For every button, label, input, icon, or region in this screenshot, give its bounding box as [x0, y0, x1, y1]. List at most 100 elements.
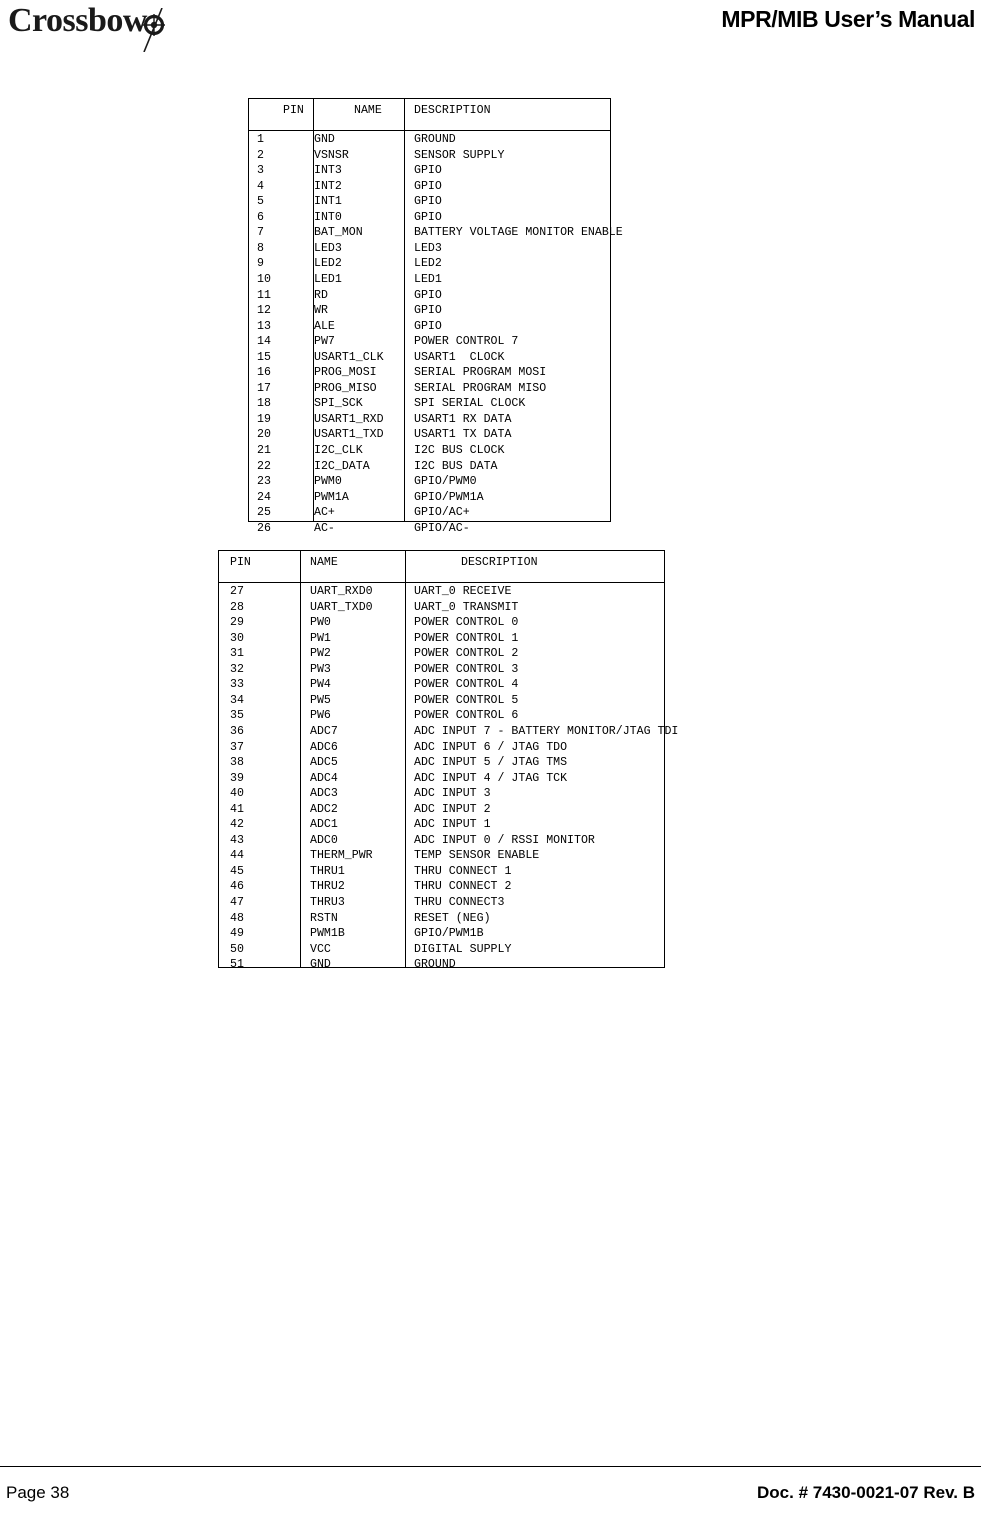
document-number: Doc. # 7430-0021-07 Rev. B: [757, 1483, 975, 1502]
table-row: 23 PWM0 GPIO/PWM0: [248, 474, 668, 490]
pin-cell: 39: [230, 771, 244, 785]
description-cell: GPIO/AC-: [414, 521, 470, 535]
name-cell: PWM1B: [310, 927, 345, 941]
name-cell: ADC3: [310, 787, 338, 801]
table-row: 28 UART_TXD0 UART_0 TRANSMIT: [218, 600, 688, 616]
table-row: 35 PW6 POWER CONTROL 6: [218, 708, 688, 724]
name-cell: INT0: [314, 210, 342, 224]
pin-cell: 14: [257, 335, 271, 349]
crossbow-logo: Crossbow: [8, 2, 208, 52]
table-row: 14 PW7 POWER CONTROL 7: [248, 334, 668, 350]
name-cell: ADC7: [310, 724, 338, 738]
pin-cell: 29: [230, 616, 244, 630]
column-header-pin: PIN: [283, 104, 304, 117]
pin-cell: 22: [257, 459, 271, 473]
table-row: 30 PW1 POWER CONTROL 1: [218, 631, 688, 647]
pin-cell: 43: [230, 833, 244, 847]
description-cell: LED1: [414, 272, 442, 286]
table-row: 7 BAT_MON BATTERY VOLTAGE MONITOR ENABLE: [248, 225, 668, 241]
name-cell: VCC: [310, 942, 331, 956]
table-row: 42 ADC1 ADC INPUT 1: [218, 817, 688, 833]
pin-cell: 35: [230, 709, 244, 723]
pin-cell: 30: [230, 631, 244, 645]
table-row: 27 UART_RXD0 UART_0 RECEIVE: [218, 584, 688, 600]
table-row: 9 LED2 LED2: [248, 256, 668, 272]
pin-cell: 49: [230, 927, 244, 941]
description-cell: ADC INPUT 1: [414, 818, 491, 832]
table-row: 48 RSTN RESET (NEG): [218, 911, 688, 927]
description-cell: LED3: [414, 241, 442, 255]
pin-cell: 37: [230, 740, 244, 754]
pin-cell: 36: [230, 724, 244, 738]
name-cell: SPI_SCK: [314, 397, 363, 411]
name-cell: GND: [314, 133, 335, 146]
manual-title: MPR/MIB User’s Manual: [721, 6, 975, 32]
table-row: 44 THERM_PWR TEMP SENSOR ENABLE: [218, 848, 688, 864]
description-cell: GPIO: [414, 288, 442, 302]
description-cell: DIGITAL SUPPLY: [414, 942, 512, 956]
name-cell: ADC0: [310, 833, 338, 847]
name-cell: THRU2: [310, 880, 345, 894]
table-row: 49 PWM1B GPIO/PWM1B: [218, 926, 688, 942]
pin-cell: 31: [230, 647, 244, 661]
pin-cell: 25: [257, 506, 271, 520]
name-cell: PWM1A: [314, 490, 349, 504]
pin-cell: 28: [230, 600, 244, 614]
pin-cell: 6: [257, 210, 264, 224]
table-row: 31 PW2 POWER CONTROL 2: [218, 646, 688, 662]
pin-cell: 15: [257, 350, 271, 364]
description-cell: GPIO/AC+: [414, 506, 470, 520]
header-divider: [218, 582, 665, 583]
name-cell: RD: [314, 288, 328, 302]
table-row: 20 USART1_TXD USART1 TX DATA: [248, 427, 668, 443]
description-cell: GPIO: [414, 319, 442, 333]
description-cell: GPIO: [414, 164, 442, 178]
pin-cell: 26: [257, 521, 271, 535]
table-row: 39 ADC4 ADC INPUT 4 / JTAG TCK: [218, 771, 688, 787]
description-cell: POWER CONTROL 4: [414, 678, 519, 692]
table-row: 33 PW4 POWER CONTROL 4: [218, 677, 688, 693]
name-cell: PROG_MOSI: [314, 366, 377, 380]
table-row: 25 AC+ GPIO/AC+: [248, 505, 668, 521]
table-row: 24 PWM1A GPIO/PWM1A: [248, 490, 668, 506]
table-row: 50 VCC DIGITAL SUPPLY: [218, 942, 688, 958]
table-row: 29 PW0 POWER CONTROL 0: [218, 615, 688, 631]
name-cell: PW6: [310, 709, 331, 723]
name-cell: LED1: [314, 272, 342, 286]
pin-cell: 45: [230, 864, 244, 878]
description-cell: I2C BUS CLOCK: [414, 444, 505, 457]
page-number: Page 38: [6, 1483, 70, 1502]
table-row: 45 THRU1 THRU CONNECT 1: [218, 864, 688, 880]
table-row: 43 ADC0 ADC INPUT 0 / RSSI MONITOR: [218, 833, 688, 849]
crosshair-arrow-icon: [143, 8, 165, 52]
column-header-description: DESCRIPTION: [414, 104, 491, 117]
table-row: 21 I2C_CLK I2C BUS CLOCK: [248, 443, 668, 459]
pin-cell: 8: [257, 241, 264, 255]
pin-cell: 24: [257, 490, 271, 504]
description-cell: GPIO/PWM1B: [414, 927, 484, 941]
table-row: 10 LED1 LED1: [248, 272, 668, 288]
name-cell: ADC4: [310, 771, 338, 785]
pin-cell: 41: [230, 802, 244, 816]
description-cell: TEMP SENSOR ENABLE: [414, 849, 540, 863]
pin-cell: 38: [230, 756, 244, 770]
table-row: 37 ADC6 ADC INPUT 6 / JTAG TDO: [218, 740, 688, 756]
description-cell: GROUND: [414, 958, 456, 972]
name-cell: ADC2: [310, 802, 338, 816]
pin-cell: 27: [230, 585, 244, 598]
pin-cell: 47: [230, 896, 244, 909]
table-row: 34 PW5 POWER CONTROL 5: [218, 693, 688, 709]
description-cell: POWER CONTROL 3: [414, 662, 519, 676]
table-row: 40 ADC3 ADC INPUT 3: [218, 786, 688, 802]
footer-divider: [0, 1466, 981, 1467]
name-cell: UART_TXD0: [310, 600, 373, 614]
name-cell: LED2: [314, 257, 342, 271]
pin-cell: 51: [230, 958, 244, 972]
description-cell: SPI SERIAL CLOCK: [414, 397, 526, 411]
description-cell: POWER CONTROL 2: [414, 647, 519, 661]
name-cell: THERM_PWR: [310, 849, 373, 863]
pin-cell: 1: [257, 133, 264, 146]
description-cell: POWER CONTROL 6: [414, 709, 519, 723]
name-cell: UART_RXD0: [310, 585, 373, 598]
table-row: 15 USART1_CLK USART1 CLOCK: [248, 350, 668, 366]
